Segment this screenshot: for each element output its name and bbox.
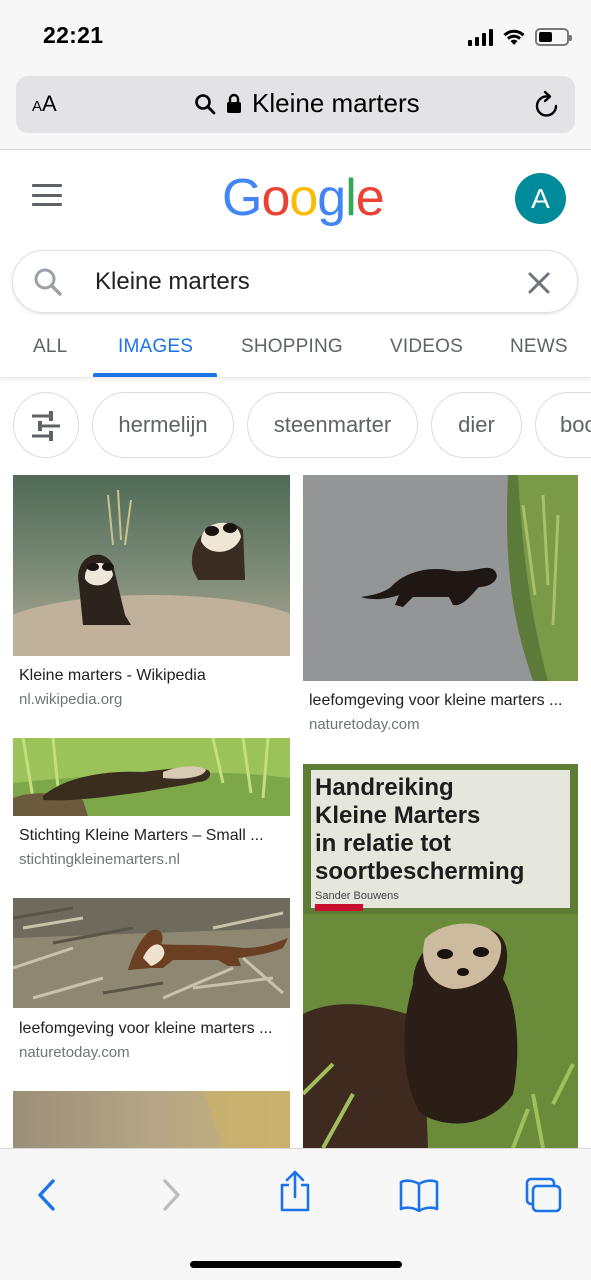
- image-result[interactable]: [13, 1091, 290, 1148]
- status-icons: [468, 24, 572, 50]
- active-tab-indicator: [93, 373, 217, 377]
- result-source[interactable]: stichtingkleinemarters.nl: [19, 851, 180, 868]
- tune-icon: [32, 411, 60, 441]
- tabs-icon[interactable]: [524, 1177, 562, 1213]
- book-title: Handreiking Kleine Marters in relatie to…: [315, 774, 525, 885]
- status-time: 22:21: [43, 22, 104, 48]
- browser-toolbar: [0, 1148, 591, 1280]
- forward-chevron-icon[interactable]: [162, 1178, 182, 1212]
- text-size-button[interactable]: AA: [32, 91, 57, 117]
- result-image[interactable]: [13, 738, 290, 816]
- share-icon[interactable]: [278, 1170, 312, 1212]
- wifi-icon: [503, 29, 525, 45]
- image-result[interactable]: leefomgeving voor kleine marters ... nat…: [303, 475, 578, 740]
- result-image[interactable]: [13, 898, 290, 1008]
- image-result[interactable]: Stichting Kleine Marters – Small ... sti…: [13, 738, 290, 873]
- tab-news[interactable]: NEWS: [510, 336, 568, 358]
- google-logo[interactable]: Google: [222, 168, 385, 228]
- tab-shopping[interactable]: SHOPPING: [241, 336, 343, 358]
- chip-steenmarter[interactable]: steenmarter: [247, 392, 418, 458]
- home-indicator[interactable]: [190, 1261, 402, 1268]
- bookmarks-button[interactable]: [397, 1175, 441, 1215]
- battery-icon: [535, 28, 572, 46]
- clear-icon[interactable]: [527, 271, 551, 295]
- share-button[interactable]: [273, 1170, 317, 1212]
- related-chips: hermelijn steenmarter dier boo: [0, 392, 591, 460]
- book-author: Sander Bouwens: [315, 890, 399, 902]
- back-chevron-icon[interactable]: [36, 1178, 56, 1212]
- publisher-tag: [315, 904, 363, 911]
- filter-chip[interactable]: [13, 392, 79, 458]
- result-source[interactable]: naturetoday.com: [309, 716, 420, 733]
- image-result[interactable]: Kleine marters - Wikipedia nl.wikipedia.…: [13, 475, 290, 715]
- result-image[interactable]: [13, 475, 290, 656]
- chip-dier[interactable]: dier: [431, 392, 522, 458]
- browser-top-bar: 22:21 AA Kleine marters: [0, 0, 591, 150]
- chip-hermelijn[interactable]: hermelijn: [92, 392, 234, 458]
- tab-images[interactable]: IMAGES: [118, 336, 193, 358]
- result-image[interactable]: [13, 1091, 290, 1148]
- result-title[interactable]: leefomgeving voor kleine marters ...: [19, 1020, 272, 1038]
- search-icon[interactable]: [33, 267, 63, 297]
- result-title[interactable]: Kleine marters - Wikipedia: [19, 667, 206, 685]
- chip-boo[interactable]: boo: [535, 392, 591, 458]
- image-result[interactable]: leefomgeving voor kleine marters ... nat…: [13, 898, 290, 1065]
- result-image[interactable]: [303, 475, 578, 681]
- result-source[interactable]: naturetoday.com: [19, 1044, 130, 1061]
- url-text: Kleine marters: [252, 88, 420, 118]
- forward-button[interactable]: [150, 1175, 194, 1215]
- account-avatar[interactable]: A: [515, 173, 566, 224]
- address-bar[interactable]: AA Kleine marters: [16, 76, 575, 133]
- back-button[interactable]: [24, 1175, 68, 1215]
- image-result[interactable]: Handreiking Kleine Marters in relatie to…: [303, 764, 578, 1148]
- signal-bars-icon: [468, 28, 493, 46]
- search-icon: [195, 93, 216, 114]
- search-box[interactable]: Kleine marters: [12, 250, 578, 313]
- menu-icon[interactable]: [32, 184, 62, 206]
- bookmarks-icon[interactable]: [399, 1178, 439, 1212]
- reload-icon[interactable]: [533, 90, 561, 120]
- result-source[interactable]: nl.wikipedia.org: [19, 691, 122, 708]
- result-title[interactable]: leefomgeving voor kleine marters ...: [309, 692, 562, 710]
- lock-icon: [227, 93, 241, 113]
- search-tabs: ALL IMAGES SHOPPING VIDEOS NEWS: [0, 322, 591, 378]
- search-input[interactable]: Kleine marters: [95, 268, 495, 296]
- result-title[interactable]: Stichting Kleine Marters – Small ...: [19, 827, 264, 845]
- tab-videos[interactable]: VIDEOS: [390, 336, 463, 358]
- tab-all[interactable]: ALL: [33, 336, 67, 358]
- tabs-button[interactable]: [521, 1175, 565, 1215]
